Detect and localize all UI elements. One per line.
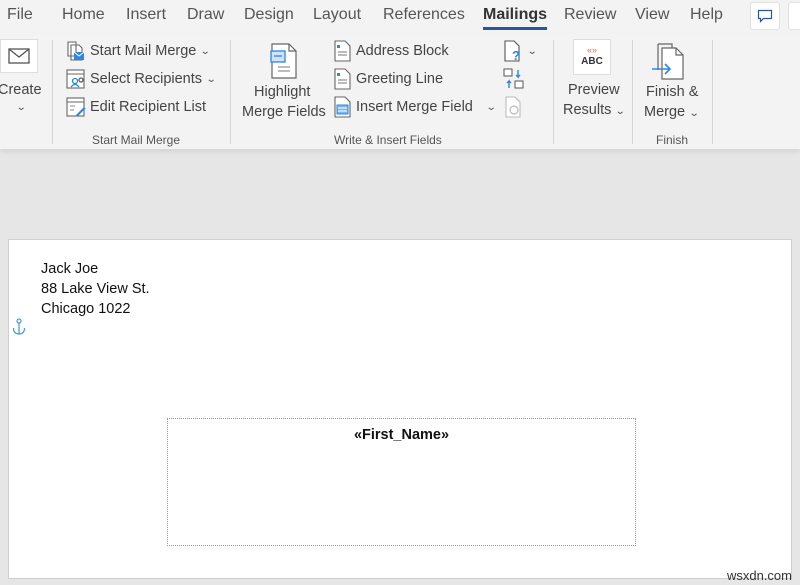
create-button[interactable] xyxy=(0,39,38,73)
delivery-address-frame[interactable]: «First_Name» xyxy=(167,418,636,546)
start-mail-merge-label: Start Mail Merge xyxy=(90,43,197,59)
tab-home[interactable]: Home xyxy=(62,6,105,24)
create-label[interactable]: Create xyxy=(0,80,42,100)
envelope-icon xyxy=(8,48,30,64)
group-label-start-mail-merge: Start Mail Merge xyxy=(92,133,181,147)
finish-merge-label-line1[interactable]: Finish & xyxy=(646,82,698,102)
edit-recipient-list-icon xyxy=(66,96,86,118)
finish-merge-label-line2[interactable]: Merge ⌄ xyxy=(644,102,700,124)
svg-text:?: ? xyxy=(512,48,520,62)
preview-abc-text: ABC xyxy=(581,56,603,67)
rules-icon: ? xyxy=(504,40,520,62)
chevron-down-icon: ⌄ xyxy=(615,106,627,117)
tab-help[interactable]: Help xyxy=(690,6,723,24)
preview-results-icon[interactable]: «» ABC xyxy=(573,39,611,75)
select-recipients-button[interactable]: Select Recipients ⌄ xyxy=(66,67,217,91)
select-recipients-icon xyxy=(66,68,86,90)
greeting-line-icon xyxy=(332,68,352,90)
tab-design[interactable]: Design xyxy=(244,6,294,24)
match-fields-button[interactable] xyxy=(503,68,525,95)
preview-marks: «» xyxy=(586,45,597,55)
tab-mailings[interactable]: Mailings xyxy=(483,6,548,30)
match-fields-icon xyxy=(503,68,524,89)
highlight-label-line2[interactable]: Merge Fields xyxy=(242,102,326,122)
insert-merge-field-icon xyxy=(332,96,352,118)
tab-references[interactable]: References xyxy=(383,6,465,24)
edit-recipient-list-button[interactable]: Edit Recipient List xyxy=(66,95,206,119)
select-recipients-label: Select Recipients xyxy=(90,71,203,87)
address-block-icon xyxy=(332,40,352,62)
group-label-finish: Finish xyxy=(656,133,689,147)
tab-draw[interactable]: Draw xyxy=(187,6,224,24)
share-button[interactable] xyxy=(788,2,800,30)
ribbon-tab-bar: File Home Insert Draw Design Layout Refe… xyxy=(0,0,800,34)
group-separator xyxy=(632,40,633,144)
highlight-label-line1[interactable]: Highlight xyxy=(254,82,310,102)
group-separator xyxy=(230,40,231,144)
mailings-ribbon: Create ⌄ Start Mail Merge ⌄ Select Recip… xyxy=(0,34,800,150)
update-labels-icon xyxy=(505,96,521,118)
return-address-name: Jack Joe xyxy=(41,261,99,277)
preview-results-text: Results xyxy=(563,102,612,118)
preview-results-label-line1[interactable]: Preview xyxy=(568,80,620,100)
edit-recipient-list-label: Edit Recipient List xyxy=(90,99,207,115)
rules-button[interactable]: ? ⌄ xyxy=(503,40,538,62)
anchor-icon xyxy=(12,318,26,341)
merge-field-first-name[interactable]: «First_Name» xyxy=(168,427,635,443)
return-address-city: Chicago 1022 xyxy=(41,301,131,317)
highlight-merge-fields-button[interactable] xyxy=(268,42,300,80)
tab-review[interactable]: Review xyxy=(564,6,616,24)
greeting-line-button[interactable]: Greeting Line xyxy=(332,67,443,91)
comments-button[interactable] xyxy=(750,2,780,30)
tab-file[interactable]: File xyxy=(7,6,33,24)
return-address-street: 88 Lake View St. xyxy=(41,281,150,297)
create-chevron-down-icon[interactable]: ⌄ xyxy=(16,102,27,113)
greeting-line-label: Greeting Line xyxy=(356,71,444,87)
group-separator xyxy=(553,40,554,144)
tab-layout[interactable]: Layout xyxy=(313,6,361,24)
tab-view[interactable]: View xyxy=(635,6,669,24)
address-block-button[interactable]: Address Block xyxy=(332,39,449,63)
chevron-down-icon: ⌄ xyxy=(205,73,217,85)
group-separator xyxy=(712,40,713,144)
chevron-down-icon: ⌄ xyxy=(526,45,538,57)
insert-merge-field-label: Insert Merge Field xyxy=(356,99,473,115)
tab-insert[interactable]: Insert xyxy=(126,6,166,24)
chevron-down-icon: ⌄ xyxy=(200,45,212,57)
watermark: wsxdn.com xyxy=(726,568,792,583)
start-mail-merge-button[interactable]: Start Mail Merge ⌄ xyxy=(66,39,212,63)
update-labels-button[interactable] xyxy=(504,96,524,123)
group-separator xyxy=(52,40,53,144)
insert-merge-field-button[interactable]: Insert Merge Field ⌄ xyxy=(332,95,497,119)
chevron-down-icon: ⌄ xyxy=(688,108,700,119)
group-label-write-insert-fields: Write & Insert Fields xyxy=(334,133,442,147)
preview-results-label-line2[interactable]: Results ⌄ xyxy=(563,100,627,122)
start-mail-merge-icon xyxy=(66,40,86,62)
highlight-merge-fields-icon xyxy=(270,43,297,79)
finish-merge-text: Merge xyxy=(644,104,686,120)
comment-icon xyxy=(757,9,773,23)
finish-merge-button[interactable] xyxy=(650,42,686,85)
insert-merge-field-dropdown[interactable]: ⌄ xyxy=(486,102,497,113)
finish-merge-icon xyxy=(652,43,684,80)
address-block-label: Address Block xyxy=(356,43,449,59)
document-page[interactable]: Jack Joe 88 Lake View St. Chicago 1022 «… xyxy=(8,239,792,579)
